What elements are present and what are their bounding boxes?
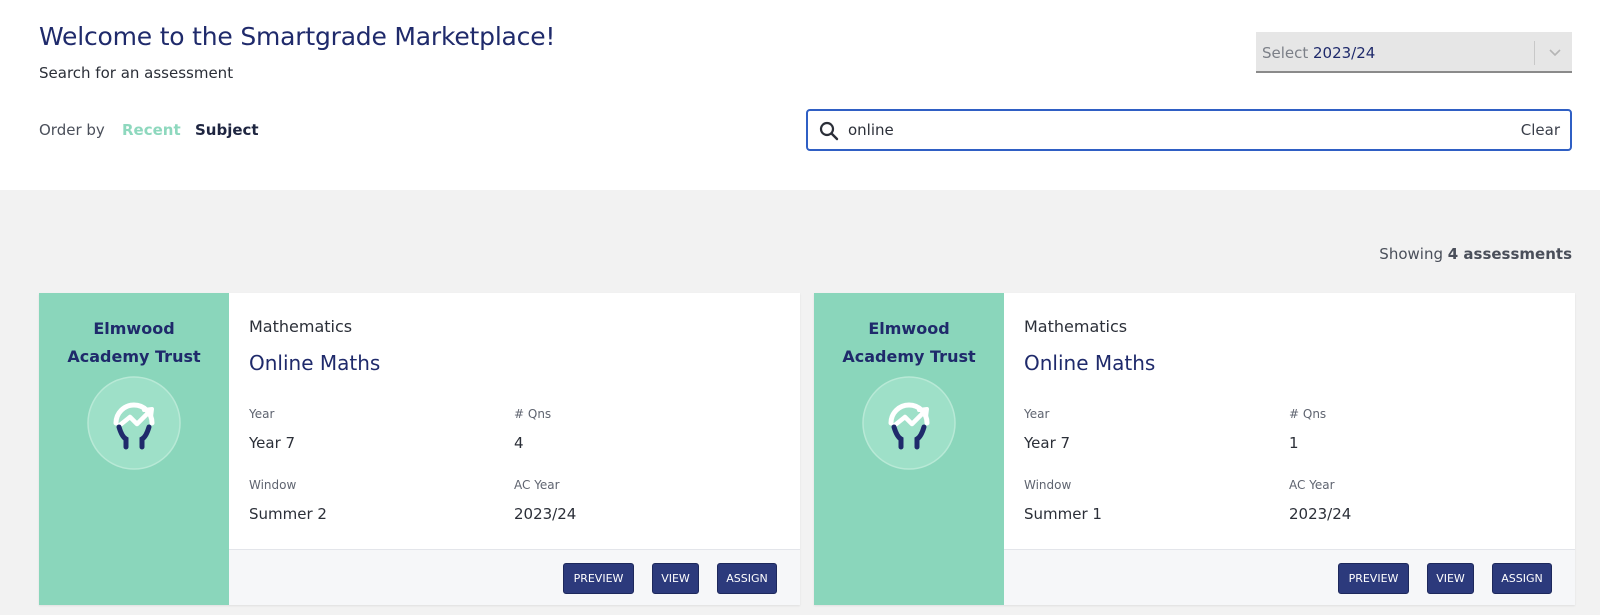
select-label: Select <box>1262 44 1309 62</box>
org-name-line1: Elmwood <box>868 319 950 338</box>
card-actions: PREVIEW VIEW ASSIGN <box>1004 549 1575 605</box>
year-label: Year <box>249 407 275 421</box>
card-org-panel: Elmwood Academy Trust <box>39 293 229 605</box>
select-value: 2023/24 <box>1313 44 1376 62</box>
org-name-line1: Elmwood <box>93 319 175 338</box>
view-button[interactable]: VIEW <box>652 563 699 594</box>
search-bar: Clear <box>806 109 1572 151</box>
chevron-down-icon[interactable] <box>1542 38 1568 66</box>
qns-value: 1 <box>1289 434 1299 452</box>
preview-button[interactable]: PREVIEW <box>1338 563 1409 594</box>
view-button[interactable]: VIEW <box>1427 563 1474 594</box>
card-assessment-name: Online Maths <box>1024 351 1156 375</box>
results-prefix: Showing <box>1379 245 1443 263</box>
assign-button[interactable]: ASSIGN <box>717 563 777 594</box>
org-name: Elmwood Academy Trust <box>814 315 1004 371</box>
year-label: Year <box>1024 407 1050 421</box>
qns-label: # Qns <box>1289 407 1327 421</box>
page-header: Welcome to the Smartgrade Marketplace! S… <box>0 0 1600 190</box>
window-label: Window <box>1024 478 1072 492</box>
card-org-panel: Elmwood Academy Trust <box>814 293 1004 605</box>
org-name-line2: Academy Trust <box>67 347 201 366</box>
preview-button[interactable]: PREVIEW <box>563 563 634 594</box>
order-subject-option[interactable]: Subject <box>195 121 259 139</box>
card-subject: Mathematics <box>249 317 353 336</box>
results-count-value: 4 assessments <box>1447 245 1572 263</box>
org-name: Elmwood Academy Trust <box>39 315 229 371</box>
card-subject: Mathematics <box>1024 317 1128 336</box>
org-name-line2: Academy Trust <box>842 347 976 366</box>
qns-value: 4 <box>514 434 524 452</box>
select-separator <box>1534 41 1535 65</box>
page-title: Welcome to the Smartgrade Marketplace! <box>39 22 556 51</box>
order-recent-option[interactable]: Recent <box>122 121 181 139</box>
ac-year-label: AC Year <box>1289 478 1335 492</box>
order-by-label: Order by <box>39 121 105 139</box>
search-input[interactable] <box>848 117 1488 143</box>
assessment-card: Elmwood Academy Trust Mathematics Online… <box>39 293 800 605</box>
ac-year-label: AC Year <box>514 478 560 492</box>
order-by: Order by Recent Subject <box>39 121 259 139</box>
qns-label: # Qns <box>514 407 552 421</box>
window-value: Summer 2 <box>249 505 327 523</box>
clear-search-button[interactable]: Clear <box>1521 121 1560 139</box>
academic-year-select[interactable]: Select 2023/24 <box>1256 32 1572 73</box>
results-count: Showing 4 assessments <box>1379 245 1572 263</box>
org-logo-icon <box>87 376 181 470</box>
window-label: Window <box>249 478 297 492</box>
card-assessment-name: Online Maths <box>249 351 381 375</box>
card-body: Mathematics Online Maths Year Year 7 # Q… <box>1004 293 1575 549</box>
card-actions: PREVIEW VIEW ASSIGN <box>229 549 800 605</box>
ac-year-value: 2023/24 <box>514 505 577 523</box>
card-body: Mathematics Online Maths Year Year 7 # Q… <box>229 293 800 549</box>
page-subtitle: Search for an assessment <box>39 64 234 82</box>
assessment-card: Elmwood Academy Trust Mathematics Online… <box>814 293 1575 605</box>
assign-button[interactable]: ASSIGN <box>1492 563 1552 594</box>
org-logo-icon <box>862 376 956 470</box>
ac-year-value: 2023/24 <box>1289 505 1352 523</box>
year-value: Year 7 <box>1024 434 1071 452</box>
search-icon <box>818 120 840 142</box>
window-value: Summer 1 <box>1024 505 1102 523</box>
year-value: Year 7 <box>249 434 296 452</box>
